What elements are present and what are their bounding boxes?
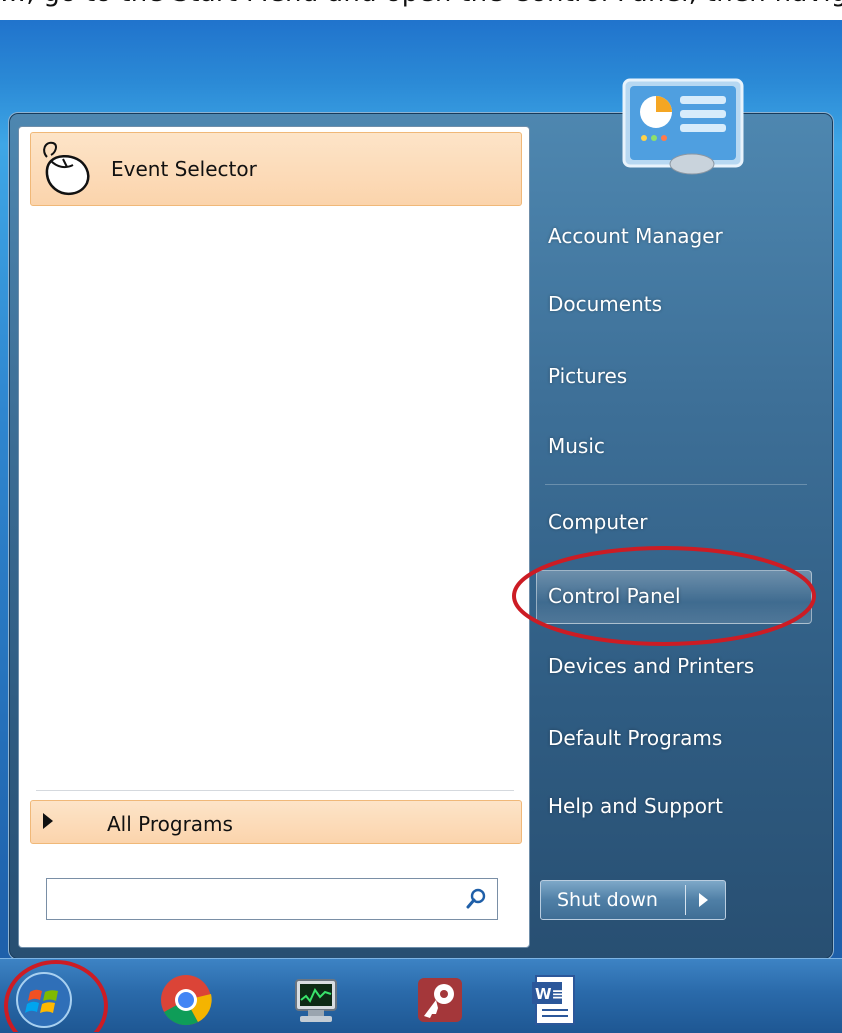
all-programs-button[interactable]: All Programs	[30, 800, 522, 844]
right-item-control-panel[interactable]: Control Panel	[548, 584, 681, 608]
all-programs-label: All Programs	[107, 812, 233, 836]
left-pane-separator	[36, 790, 514, 791]
mouse-icon	[43, 141, 90, 196]
access-key-icon[interactable]	[410, 970, 470, 1030]
search-input[interactable]	[53, 885, 447, 915]
right-arrow-icon	[43, 813, 53, 829]
pinned-program-event-selector[interactable]: Event Selector	[30, 132, 522, 206]
caption-text-strip: …, go to the Start Menu and open the Con…	[0, 0, 842, 20]
user-picture-icon[interactable]	[622, 78, 744, 178]
shut-down-divider	[685, 885, 686, 915]
right-item-account-manager[interactable]: Account Manager	[548, 224, 723, 248]
right-item-music[interactable]: Music	[548, 434, 605, 458]
right-item-default-programs[interactable]: Default Programs	[548, 726, 722, 750]
search-box[interactable]	[46, 878, 498, 920]
task-manager-monitor-icon[interactable]	[286, 970, 346, 1030]
caption-text: …, go to the Start Menu and open the Con…	[0, 0, 842, 8]
pinned-program-label: Event Selector	[111, 157, 257, 181]
right-item-devices-and-printers[interactable]: Devices and Printers	[548, 654, 754, 678]
right-item-computer[interactable]: Computer	[548, 510, 647, 534]
chrome-icon[interactable]	[156, 970, 216, 1030]
right-item-pictures[interactable]: Pictures	[548, 364, 627, 388]
right-item-documents[interactable]: Documents	[548, 292, 662, 316]
right-item-help-and-support[interactable]: Help and Support	[548, 794, 723, 818]
search-icon[interactable]	[465, 888, 487, 910]
right-pane-separator	[545, 484, 807, 485]
shut-down-button[interactable]: Shut down	[540, 880, 726, 920]
word-document-icon[interactable]: W≡	[526, 970, 586, 1030]
shut-down-label: Shut down	[557, 889, 658, 911]
windows-start-orb-icon[interactable]	[14, 970, 74, 1030]
shut-down-options-arrow-icon[interactable]	[699, 893, 708, 907]
svg-text:W≡: W≡	[535, 985, 564, 1003]
